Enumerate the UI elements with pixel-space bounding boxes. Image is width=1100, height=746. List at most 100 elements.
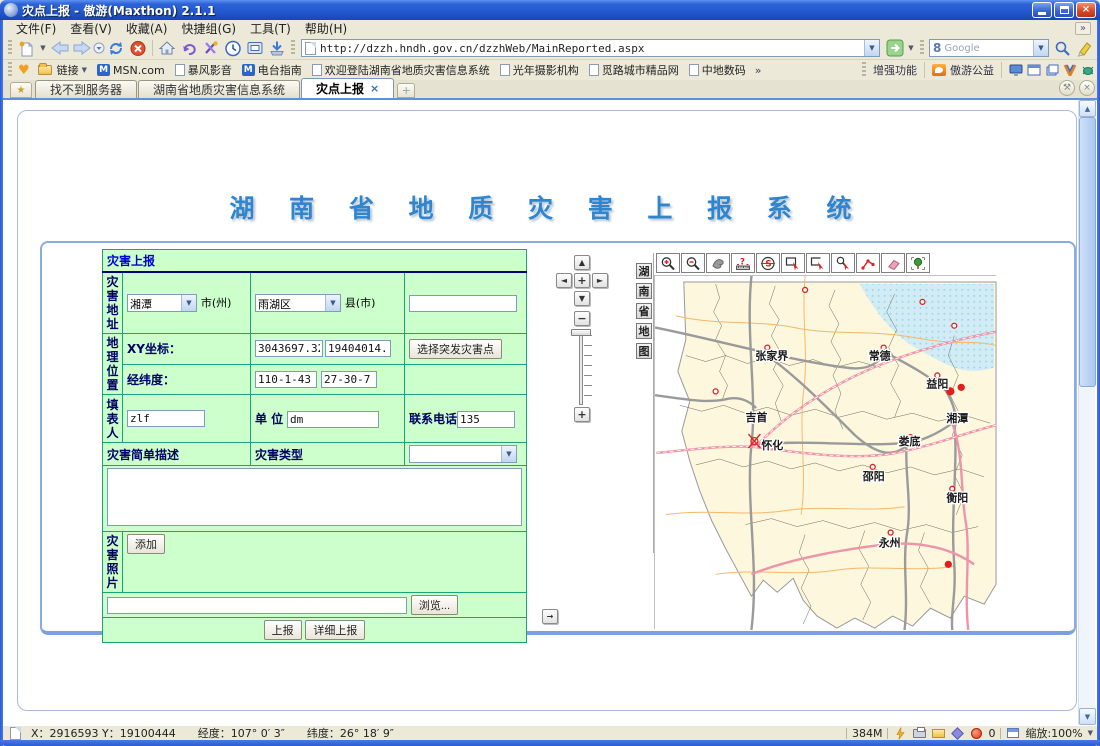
map-layer-strip-button[interactable]: 南 xyxy=(636,283,652,299)
map-full-extent-tree-icon[interactable] xyxy=(906,253,930,273)
close-button[interactable]: × xyxy=(1076,2,1096,18)
bookmark-item[interactable]: M电台指南 xyxy=(237,61,307,79)
search-dropdown-icon[interactable]: ▼ xyxy=(1033,40,1048,56)
notes-icon[interactable] xyxy=(1045,64,1059,76)
x-coordinate-input[interactable] xyxy=(255,340,323,357)
city-select[interactable]: 湘潭▼ xyxy=(127,294,197,312)
tab-找不到服务器[interactable]: 找不到服务器 xyxy=(35,80,137,98)
longitude-input[interactable] xyxy=(255,371,317,388)
map-layer-strip-button[interactable]: 地 xyxy=(636,323,652,339)
map-zoom-out-icon[interactable] xyxy=(681,253,705,273)
bookmark-folder[interactable]: 链接 ▼ xyxy=(33,61,92,79)
panel-expand-arrow-button[interactable]: → xyxy=(542,609,558,624)
bookmark-item[interactable]: 欢迎登陆湖南省地质灾害信息系统 xyxy=(307,61,495,79)
zoom-slider-rail[interactable] xyxy=(579,333,583,405)
ad-hunter-icon[interactable] xyxy=(200,38,222,58)
map-clear-select-icon[interactable] xyxy=(806,253,830,273)
history-dropdown-icon[interactable] xyxy=(93,38,105,58)
undo-button[interactable] xyxy=(178,38,200,58)
bookmark-item[interactable]: 觅路城市精品网 xyxy=(584,61,684,79)
add-photo-button[interactable]: 添加 xyxy=(127,534,165,554)
address-detail-input[interactable] xyxy=(409,295,517,312)
stop-button[interactable] xyxy=(127,38,149,58)
highlight-pen-icon[interactable] xyxy=(1073,38,1095,58)
address-bar[interactable]: ▼ xyxy=(301,39,880,57)
menu-item[interactable]: 文件(F) xyxy=(9,19,63,38)
phone-input[interactable] xyxy=(457,411,515,428)
map-zoom-in-icon[interactable] xyxy=(656,253,680,273)
plugins-button[interactable]: 增强功能 xyxy=(873,62,917,78)
scrollbar-thumb[interactable] xyxy=(1079,117,1096,387)
download-icon[interactable] xyxy=(266,38,288,58)
bookmark-item[interactable]: 光年摄影机构 xyxy=(495,61,584,79)
popup-blocker-icon[interactable] xyxy=(969,727,983,739)
window-mode-icon[interactable] xyxy=(1027,64,1041,76)
bookmarks-overflow-icon[interactable]: » xyxy=(751,64,766,77)
menu-item[interactable]: 工具(T) xyxy=(243,19,298,38)
map-eraser-icon[interactable] xyxy=(881,253,905,273)
pick-disaster-point-button[interactable]: 选择突发灾害点 xyxy=(409,339,502,359)
home-button[interactable] xyxy=(156,38,178,58)
forward-button[interactable] xyxy=(71,38,93,58)
photo-path-input[interactable] xyxy=(107,597,407,614)
charity-label[interactable]: 傲游公益 xyxy=(950,62,994,78)
map-layer-strip-button[interactable]: 省 xyxy=(636,303,652,319)
zoom-in-step-button[interactable]: + xyxy=(574,407,590,422)
disaster-type-select[interactable]: ▼ xyxy=(409,445,517,463)
zoom-level[interactable]: 缩放:100% xyxy=(1025,725,1082,741)
go-button[interactable] xyxy=(885,39,905,57)
hunan-map[interactable]: 张家界常德益阳湘潭吉首怀化娄底邵阳衡阳永州 xyxy=(655,276,997,630)
tab-close-icon[interactable]: × xyxy=(370,82,379,95)
detail-submit-button[interactable]: 详细上报 xyxy=(305,620,365,640)
menu-overflow-icon[interactable]: » xyxy=(1075,22,1091,35)
submit-button[interactable]: 上报 xyxy=(264,620,302,640)
bookmarks-grip[interactable] xyxy=(862,62,866,78)
latitude-input[interactable] xyxy=(321,371,377,388)
menu-item[interactable]: 查看(V) xyxy=(63,19,119,38)
restore-button[interactable] xyxy=(1054,2,1074,18)
map-layer-strip-button[interactable]: 图 xyxy=(636,343,652,359)
folder-status-icon[interactable] xyxy=(931,727,945,739)
refresh-button[interactable] xyxy=(105,38,127,58)
menu-item[interactable]: 帮助(H) xyxy=(298,19,354,38)
bookmarks-grip[interactable] xyxy=(8,62,12,78)
toolbar-grip[interactable] xyxy=(8,40,12,56)
search-button[interactable] xyxy=(1051,38,1073,58)
filler-name-input[interactable] xyxy=(127,410,205,427)
zoom-dropdown-icon[interactable]: ▼ xyxy=(1088,729,1093,737)
screen-capture-icon[interactable] xyxy=(244,38,266,58)
menu-item[interactable]: 收藏(A) xyxy=(119,19,175,38)
sniffer-bug-icon[interactable] xyxy=(1081,64,1095,76)
printer-icon[interactable] xyxy=(912,727,926,739)
map-layer-strip-button[interactable]: 湖 xyxy=(636,263,652,279)
minimize-button[interactable] xyxy=(1032,2,1052,18)
map-zoom-select-icon[interactable] xyxy=(831,253,855,273)
history-clock-icon[interactable] xyxy=(222,38,244,58)
tab-settings-wrench-icon[interactable]: ⚒ xyxy=(1059,80,1075,96)
vertical-scrollbar[interactable]: ▲ ▼ xyxy=(1078,100,1095,725)
address-input[interactable] xyxy=(320,42,864,55)
tab-list-star-icon[interactable]: ★ xyxy=(10,82,32,98)
pan-center-button[interactable]: + xyxy=(574,273,590,288)
new-page-dropdown-icon[interactable]: ▼ xyxy=(37,38,49,58)
toolbar-grip[interactable] xyxy=(291,40,295,56)
close-tab-button[interactable]: × xyxy=(1079,80,1095,96)
v-service-icon[interactable] xyxy=(1063,64,1077,76)
browse-button[interactable]: 浏览... xyxy=(411,595,458,615)
maxthon-charity-icon[interactable] xyxy=(932,64,946,76)
scroll-up-icon[interactable]: ▲ xyxy=(1079,100,1096,117)
toolbar-grip[interactable] xyxy=(920,40,924,56)
menu-item[interactable]: 快捷组(G) xyxy=(174,19,243,38)
bookmark-item[interactable]: 暴风影音 xyxy=(170,61,237,79)
bookmark-item[interactable]: 中地数码 xyxy=(684,61,751,79)
map-select-rect-icon[interactable] xyxy=(781,253,805,273)
map-pan-icon[interactable] xyxy=(706,253,730,273)
county-select[interactable]: 雨湖区▼ xyxy=(255,294,341,312)
unit-input[interactable] xyxy=(287,411,379,428)
pan-down-button[interactable]: ▼ xyxy=(574,291,590,306)
favorites-heart-icon[interactable]: ♥ xyxy=(15,63,33,78)
boost-lightning-icon[interactable] xyxy=(893,727,907,739)
map-scale-icon[interactable]: S xyxy=(756,253,780,273)
zoom-out-step-button[interactable]: − xyxy=(574,311,590,326)
back-button[interactable] xyxy=(49,38,71,58)
